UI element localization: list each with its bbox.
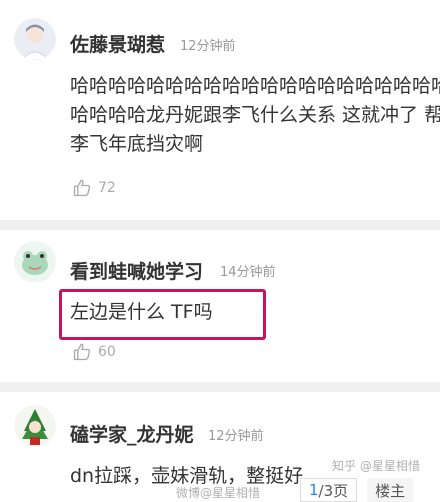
- like-button[interactable]: 72: [72, 178, 116, 198]
- thumbs-up-icon: [73, 179, 91, 197]
- username[interactable]: 看到蛙喊她学习: [70, 257, 203, 284]
- like-count: 60: [98, 344, 116, 360]
- pagination-bar: 1 /3页 楼主: [300, 478, 440, 502]
- timestamp: 12分钟前: [208, 429, 264, 444]
- weibo-watermark: 微博@星星相惜: [176, 486, 261, 500]
- username[interactable]: 佐藤景瑚惹: [70, 30, 165, 57]
- avatar[interactable]: [14, 405, 56, 447]
- total-pages: /3页: [318, 481, 349, 500]
- divider: [0, 220, 440, 230]
- zhihu-watermark: 知乎 @星星相惜: [332, 459, 420, 473]
- owner-only-button[interactable]: 楼主: [367, 478, 414, 502]
- avatar[interactable]: [14, 18, 56, 60]
- comment-text: 哈哈哈哈哈哈哈哈哈哈哈哈哈哈哈哈哈哈哈哈哈哈哈哈 哈哈哈哈龙丹妮跟李飞什么关系 …: [70, 72, 440, 159]
- like-button[interactable]: 60: [72, 342, 116, 362]
- username[interactable]: 磕学家_龙丹妮: [70, 420, 194, 447]
- user-avatar-icon: [14, 241, 56, 283]
- timestamp: 12分钟前: [180, 39, 236, 54]
- comment-line: 李飞年底挡灾啊: [70, 133, 204, 155]
- like-count: 72: [98, 180, 116, 196]
- user-avatar-icon: [14, 18, 56, 60]
- page-selector[interactable]: 1 /3页: [300, 478, 358, 502]
- timestamp: 14分钟前: [220, 265, 276, 280]
- divider: [0, 382, 440, 392]
- comment-line: 哈哈哈哈龙丹妮跟李飞什么关系 这就冲了 帮: [70, 104, 440, 126]
- highlight-box: [59, 289, 266, 340]
- thumbs-up-icon: [73, 343, 91, 361]
- comment-line: 哈哈哈哈哈哈哈哈哈哈哈哈哈哈哈哈哈哈哈哈哈哈哈哈: [70, 75, 440, 97]
- current-page: 1: [309, 481, 319, 499]
- user-avatar-icon: [14, 405, 56, 447]
- avatar[interactable]: [14, 241, 56, 283]
